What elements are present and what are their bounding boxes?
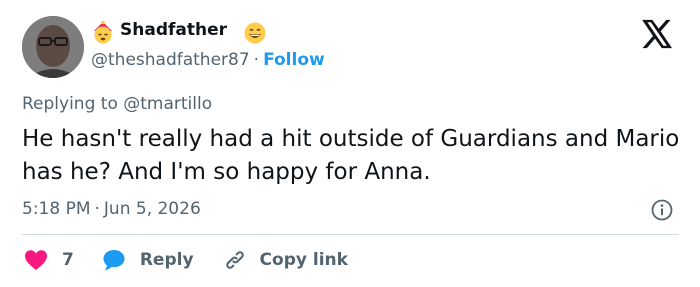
author-handle-row: @theshadfather87 · Follow <box>91 50 325 70</box>
copy-link-button[interactable]: Copy link <box>222 247 348 273</box>
tweet-date: Jun 5, 2026 <box>103 199 201 219</box>
replying-to-prefix: Replying to <box>22 94 118 114</box>
author-display-name[interactable]: Shadfather <box>120 20 227 40</box>
avatar[interactable] <box>22 16 84 78</box>
grinning-face-emoji-icon <box>244 22 266 44</box>
tweet-timestamp[interactable]: 5:18 PM · Jun 5, 2026 <box>22 199 201 219</box>
replying-to-line: Replying to @tmartillo <box>22 94 212 114</box>
tweet-actions: 7 Reply Copy link <box>22 246 348 274</box>
author-handle[interactable]: @theshadfather87 <box>91 50 250 70</box>
x-logo-icon[interactable] <box>640 18 674 50</box>
tweet-time: 5:18 PM <box>22 199 91 219</box>
follow-button[interactable]: Follow <box>263 50 325 70</box>
sleeping-face-emoji-icon <box>94 20 112 44</box>
reply-button[interactable]: Reply <box>102 248 194 272</box>
like-button[interactable]: 7 <box>24 249 74 271</box>
reply-label: Reply <box>139 250 194 270</box>
like-count: 7 <box>62 250 74 270</box>
copy-link-label: Copy link <box>259 250 348 270</box>
speech-bubble-icon <box>103 250 125 270</box>
timestamp-separator: · <box>94 199 100 219</box>
tweet-text: He hasn't really had a hit outside of Gu… <box>22 126 680 185</box>
divider <box>22 234 679 235</box>
link-icon <box>225 251 244 269</box>
heart-icon <box>25 250 47 270</box>
handle-separator: · <box>253 50 260 70</box>
replying-to-mention[interactable]: @tmartillo <box>123 94 212 114</box>
avatar-photo <box>22 16 84 78</box>
info-icon[interactable] <box>651 199 673 221</box>
